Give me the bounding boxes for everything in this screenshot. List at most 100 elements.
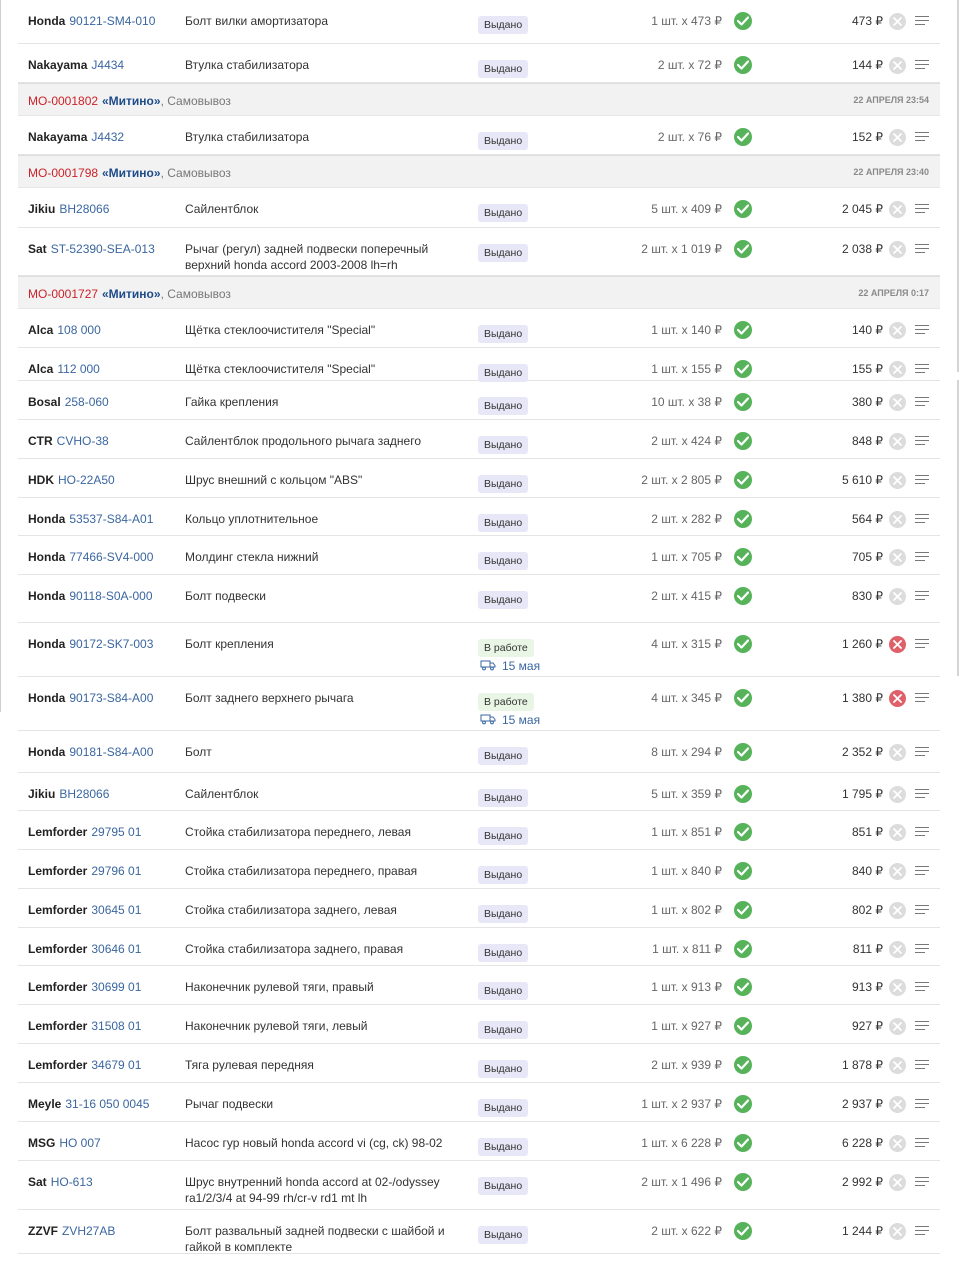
item-article-link[interactable]: HO 007 bbox=[59, 1136, 100, 1150]
pickup-point-link[interactable]: «Митино» bbox=[102, 287, 161, 301]
scrollbar-track[interactable] bbox=[957, 0, 959, 372]
item-menu-icon[interactable] bbox=[915, 1099, 929, 1109]
item-menu-icon[interactable] bbox=[915, 827, 929, 837]
item-menu-icon[interactable] bbox=[915, 244, 929, 254]
item-article-link[interactable]: 31-16 050 0045 bbox=[65, 1097, 149, 1111]
item-article-link[interactable]: 30646 01 bbox=[91, 942, 141, 956]
item-menu-icon[interactable] bbox=[915, 944, 929, 954]
item-article-link[interactable]: ST-52390-SEA-013 bbox=[51, 242, 155, 256]
item-article-link[interactable]: 90173-S84-A00 bbox=[69, 691, 153, 705]
item-menu-icon[interactable] bbox=[915, 16, 929, 26]
item-total: 2 992 ₽ bbox=[842, 1175, 883, 1189]
item-article-link[interactable]: HO-613 bbox=[51, 1175, 93, 1189]
item-menu-icon[interactable] bbox=[915, 639, 929, 649]
pickup-point-link[interactable]: «Митино» bbox=[102, 94, 161, 108]
cancel-item-icon[interactable] bbox=[889, 636, 906, 653]
item-article-link[interactable]: 258-060 bbox=[65, 395, 109, 409]
item-article-link[interactable]: BH28066 bbox=[59, 787, 109, 801]
item-article-link[interactable]: CVHO-38 bbox=[57, 434, 109, 448]
item-menu-icon[interactable] bbox=[915, 866, 929, 876]
truck-icon bbox=[480, 659, 496, 674]
item-menu-icon[interactable] bbox=[915, 591, 929, 601]
order-item-row: Meyle 31-16 050 0045 Рычаг подвески Выдано 1… bbox=[18, 1083, 940, 1122]
item-quantity-price: 5 шт. x 409 ₽ bbox=[651, 202, 722, 216]
item-menu-icon[interactable] bbox=[915, 1021, 929, 1031]
cancel-item-icon[interactable] bbox=[889, 690, 906, 707]
pickup-point-link[interactable]: «Митино» bbox=[102, 166, 161, 180]
item-menu-icon[interactable] bbox=[915, 60, 929, 70]
order-number-link[interactable]: МО-0001727 bbox=[28, 287, 98, 301]
brand-name: HDK bbox=[28, 473, 54, 487]
item-article-link[interactable]: 90172-SK7-003 bbox=[69, 637, 153, 651]
item-article-link[interactable]: 108 000 bbox=[57, 323, 100, 337]
item-menu-icon[interactable] bbox=[915, 552, 929, 562]
brand-name: Sat bbox=[28, 1175, 47, 1189]
brand-name: Bosal bbox=[28, 395, 61, 409]
scrollbar-thumb[interactable] bbox=[957, 380, 959, 676]
item-article-link[interactable]: BH28066 bbox=[59, 202, 109, 216]
item-article-link[interactable]: 90118-S0A-000 bbox=[69, 589, 152, 603]
item-brand: Meyle 31-16 050 0045 bbox=[28, 1097, 149, 1111]
item-menu-icon[interactable] bbox=[915, 1060, 929, 1070]
item-menu-icon[interactable] bbox=[915, 1226, 929, 1236]
item-article-link[interactable]: 77466-SV4-000 bbox=[69, 550, 153, 564]
order-location: «Митино», Самовывоз bbox=[102, 166, 231, 180]
item-article-link[interactable]: 53537-S84-A01 bbox=[69, 512, 153, 526]
order-number-link[interactable]: МО-0001798 bbox=[28, 166, 98, 180]
item-menu-icon[interactable] bbox=[915, 693, 929, 703]
item-name: Шрус внутренний honda accord at 02-/odys… bbox=[185, 1175, 440, 1205]
item-menu-icon[interactable] bbox=[915, 789, 929, 799]
brand-name: Lemforder bbox=[28, 903, 88, 917]
item-brand: Honda 90181-S84-A00 bbox=[28, 745, 153, 759]
item-menu-icon[interactable] bbox=[915, 1138, 929, 1148]
item-menu-icon[interactable] bbox=[915, 397, 929, 407]
status-badge: В работе bbox=[478, 639, 534, 657]
status-badge: Выдано bbox=[478, 827, 529, 845]
item-menu-icon[interactable] bbox=[915, 747, 929, 757]
item-brand: Alca 112 000 bbox=[28, 362, 100, 376]
item-article-link[interactable]: 34679 01 bbox=[91, 1058, 141, 1072]
item-article-link[interactable]: 112 000 bbox=[57, 362, 100, 376]
item-brand: Nakayama J4432 bbox=[28, 130, 124, 144]
item-quantity-price: 1 шт. x 6 228 ₽ bbox=[641, 1136, 722, 1150]
item-menu-icon[interactable] bbox=[915, 132, 929, 142]
item-article-link[interactable]: ZVH27AB bbox=[62, 1224, 115, 1238]
item-menu-icon[interactable] bbox=[915, 514, 929, 524]
item-article-link[interactable]: HO-22A50 bbox=[58, 473, 115, 487]
item-article-link[interactable]: 90121-SM4-010 bbox=[69, 14, 155, 28]
item-brand: Sat HO-613 bbox=[28, 1175, 93, 1189]
item-article-link[interactable]: J4434 bbox=[91, 58, 124, 72]
order-item-row: Bosal 258-060 Гайка крепления Выдано 10 шт. … bbox=[18, 381, 940, 420]
item-article-link[interactable]: 90181-S84-A00 bbox=[69, 745, 153, 759]
order-item-row: Honda 90118-S0A-000 Болт подвески Выдано 2 ш… bbox=[18, 575, 940, 623]
check-icon bbox=[734, 56, 752, 74]
item-brand: Nakayama J4434 bbox=[28, 58, 124, 72]
item-article-link[interactable]: 29795 01 bbox=[91, 825, 141, 839]
item-menu-icon[interactable] bbox=[915, 475, 929, 485]
item-menu-icon[interactable] bbox=[915, 1177, 929, 1187]
order-items-list: Honda 90121-SM4-010 Болт вилки амортизатор… bbox=[18, 0, 940, 1254]
brand-name: Honda bbox=[28, 589, 66, 603]
item-menu-icon[interactable] bbox=[915, 982, 929, 992]
item-quantity-price: 1 шт. x 802 ₽ bbox=[651, 903, 722, 917]
item-name: Шрус внешний с кольцом "ABS" bbox=[185, 473, 363, 487]
item-article-link[interactable]: J4432 bbox=[91, 130, 124, 144]
item-article-link[interactable]: 31508 01 bbox=[91, 1019, 141, 1033]
brand-name: Nakayama bbox=[28, 58, 88, 72]
item-total: 6 228 ₽ bbox=[842, 1136, 883, 1150]
item-name: Стойка стабилизатора заднего, правая bbox=[185, 942, 404, 956]
item-menu-icon[interactable] bbox=[915, 204, 929, 214]
item-total: 2 937 ₽ bbox=[842, 1097, 883, 1111]
item-menu-icon[interactable] bbox=[915, 905, 929, 915]
order-item-row: MSG HO 007 Насос гур новый honda accord vi… bbox=[18, 1122, 940, 1161]
order-number-link[interactable]: МО-0001802 bbox=[28, 94, 98, 108]
status-badge: Выдано bbox=[478, 475, 529, 493]
item-quantity-price: 1 шт. x 851 ₽ bbox=[651, 825, 722, 839]
item-menu-icon[interactable] bbox=[915, 436, 929, 446]
item-article-link[interactable]: 30645 01 bbox=[91, 903, 141, 917]
item-menu-icon[interactable] bbox=[915, 325, 929, 335]
item-article-link[interactable]: 30699 01 bbox=[91, 980, 141, 994]
item-menu-icon[interactable] bbox=[915, 364, 929, 374]
item-article-link[interactable]: 29796 01 bbox=[91, 864, 141, 878]
item-total: 2 352 ₽ bbox=[842, 745, 883, 759]
